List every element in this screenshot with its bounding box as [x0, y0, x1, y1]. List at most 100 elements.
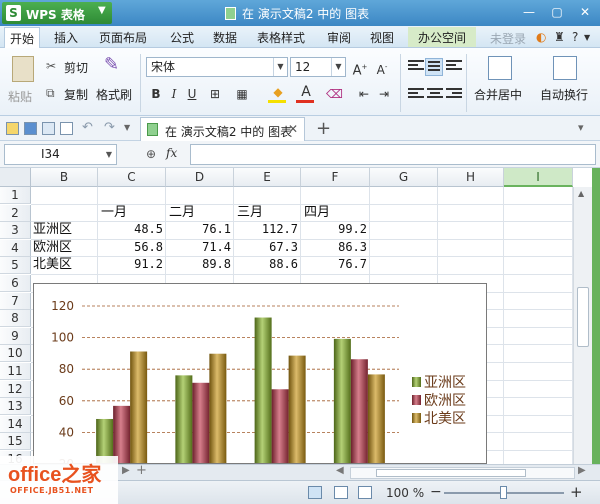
- cell-c3[interactable]: 48.5: [98, 221, 166, 238]
- print-icon[interactable]: [42, 122, 55, 135]
- underline-button[interactable]: U: [184, 86, 200, 102]
- scroll-right-icon[interactable]: ▶: [578, 465, 586, 476]
- row-header-4[interactable]: 4: [0, 239, 31, 257]
- document-tab[interactable]: 在 演示文稿2 中的 图表 ✕: [140, 117, 305, 141]
- cell-c5[interactable]: 91.2: [98, 256, 166, 273]
- column-header-h[interactable]: H: [438, 168, 504, 187]
- tab-formulas[interactable]: 公式: [170, 29, 194, 46]
- tab-menu-icon[interactable]: ▾: [578, 121, 584, 134]
- shirt-icon[interactable]: ♜: [554, 30, 565, 44]
- open-folder-icon[interactable]: [6, 122, 19, 135]
- cell-d4[interactable]: 71.4: [166, 239, 234, 256]
- column-header-b[interactable]: B: [31, 168, 98, 187]
- indent-increase-icon[interactable]: ⇥: [376, 86, 392, 102]
- tab-office-space[interactable]: 办公空间: [408, 27, 477, 47]
- cell-f4[interactable]: 86.3: [301, 239, 370, 256]
- zoom-level[interactable]: 100 %: [386, 486, 424, 500]
- scrollbar-thumb[interactable]: [577, 287, 589, 347]
- cell-style-icon[interactable]: ▦: [234, 86, 250, 102]
- font-color-icon[interactable]: A: [298, 84, 314, 100]
- tab-table-style[interactable]: 表格样式: [257, 29, 305, 46]
- login-status[interactable]: 未登录: [490, 30, 526, 47]
- next-sheet-icon[interactable]: ▶: [122, 465, 130, 476]
- minimize-icon[interactable]: —: [518, 2, 540, 22]
- vertical-scrollbar[interactable]: ▲: [573, 187, 592, 464]
- name-box[interactable]: I34 ▼: [4, 144, 117, 165]
- wrap-text-icon[interactable]: [553, 56, 577, 80]
- format-painter-button[interactable]: 格式刷: [96, 86, 132, 103]
- row-header-14[interactable]: 14: [0, 415, 31, 433]
- tab-review[interactable]: 审阅: [327, 29, 351, 46]
- decrease-font-icon[interactable]: A-: [374, 59, 390, 77]
- scroll-left-icon[interactable]: ◀: [336, 465, 344, 476]
- row-header-8[interactable]: 8: [0, 310, 31, 328]
- chevron-down-icon[interactable]: ▼: [584, 33, 590, 42]
- row-header-11[interactable]: 11: [0, 363, 31, 380]
- tab-view[interactable]: 视图: [370, 29, 394, 46]
- row-header-15[interactable]: 15: [0, 433, 31, 451]
- cell-f3[interactable]: 99.2: [301, 221, 370, 238]
- align-right-icon[interactable]: [446, 88, 462, 102]
- skin-icon[interactable]: ◐: [536, 30, 546, 44]
- copy-icon[interactable]: ⧉: [46, 86, 55, 101]
- undo-icon[interactable]: ↶: [82, 120, 93, 135]
- redo-icon[interactable]: ↷: [104, 120, 115, 135]
- brush-icon[interactable]: ✎: [104, 54, 119, 75]
- cell-e5[interactable]: 88.6: [234, 256, 301, 273]
- zoom-in-button[interactable]: +: [570, 483, 583, 501]
- cell-e3[interactable]: 112.7: [234, 221, 301, 238]
- paste-icon[interactable]: [12, 56, 34, 82]
- clear-format-icon[interactable]: ⌫: [326, 86, 343, 102]
- wps-app-menu-button[interactable]: S WPS 表格 ▼: [2, 2, 112, 24]
- print-preview-icon[interactable]: [60, 122, 73, 135]
- align-middle-icon[interactable]: [425, 58, 443, 76]
- cell-d2[interactable]: 二月: [169, 204, 195, 221]
- column-header-e[interactable]: E: [234, 168, 301, 187]
- align-top-icon[interactable]: [408, 60, 424, 74]
- new-tab-button[interactable]: +: [316, 118, 331, 139]
- spreadsheet-grid[interactable]: B C D E F G H I 12345678910111213141516 …: [0, 168, 600, 464]
- paste-button-label[interactable]: 粘贴: [8, 88, 32, 105]
- row-header-7[interactable]: 7: [0, 292, 31, 310]
- align-left-icon[interactable]: [408, 88, 424, 102]
- row-header-2[interactable]: 2: [0, 204, 31, 222]
- bar-欧洲区-四月[interactable]: [350, 359, 368, 464]
- scroll-up-icon[interactable]: ▲: [578, 189, 584, 198]
- bar-北美区-三月[interactable]: [288, 355, 306, 464]
- row-header-10[interactable]: 10: [0, 345, 31, 363]
- indent-decrease-icon[interactable]: ⇤: [356, 86, 372, 102]
- cell-c2[interactable]: 一月: [101, 204, 127, 221]
- formula-input[interactable]: [190, 144, 596, 165]
- copy-button[interactable]: 复制: [64, 86, 88, 103]
- merge-center-icon[interactable]: [488, 56, 512, 80]
- increase-font-icon[interactable]: A+: [352, 59, 368, 78]
- cell-f5[interactable]: 76.7: [301, 256, 370, 273]
- row-header-1[interactable]: 1: [0, 187, 31, 204]
- cell-b4[interactable]: 欧洲区: [33, 239, 72, 256]
- cut-button[interactable]: 剪切: [64, 59, 88, 76]
- column-header-d[interactable]: D: [166, 168, 234, 187]
- bar-北美区-一月[interactable]: [130, 351, 148, 464]
- page-layout-view-icon[interactable]: [358, 486, 372, 499]
- row-header-13[interactable]: 13: [0, 398, 31, 416]
- embedded-bar-chart[interactable]: 12010080604020 亚洲区欧洲区北美区: [33, 283, 487, 464]
- close-icon[interactable]: ✕: [574, 2, 596, 22]
- font-name-select[interactable]: 宋体 ▼: [146, 57, 288, 77]
- bar-北美区-四月[interactable]: [367, 374, 385, 464]
- add-sheet-button[interactable]: +: [136, 463, 147, 478]
- bar-欧洲区-三月[interactable]: [271, 389, 289, 464]
- normal-view-icon[interactable]: [308, 486, 322, 499]
- help-icon[interactable]: ?: [572, 30, 578, 44]
- tab-page-layout[interactable]: 页面布局: [99, 29, 147, 46]
- bar-亚洲区-二月[interactable]: [175, 375, 193, 464]
- border-icon[interactable]: ⊞: [207, 86, 223, 102]
- align-center-icon[interactable]: [427, 88, 443, 102]
- cell-c4[interactable]: 56.8: [98, 239, 166, 256]
- row-header-9[interactable]: 9: [0, 327, 31, 345]
- bar-北美区-二月[interactable]: [209, 353, 227, 464]
- wrap-text-button[interactable]: 自动换行: [540, 86, 588, 103]
- font-size-select[interactable]: 12 ▼: [290, 57, 346, 77]
- scissors-icon[interactable]: ✂: [46, 59, 56, 73]
- align-bottom-icon[interactable]: [446, 60, 462, 74]
- horizontal-scrollbar[interactable]: [350, 467, 575, 479]
